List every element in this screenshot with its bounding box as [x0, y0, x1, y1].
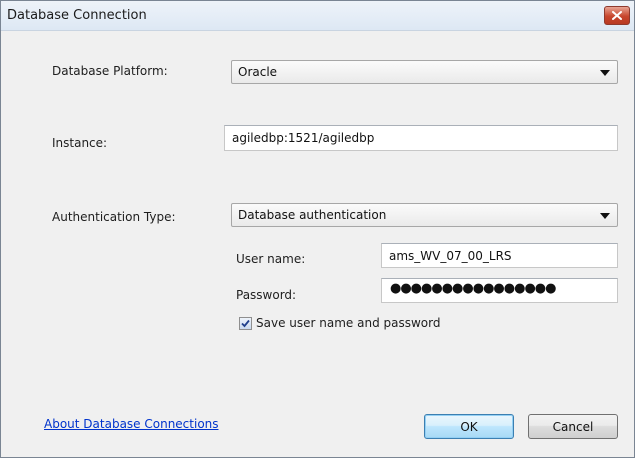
close-button[interactable]	[604, 6, 630, 25]
check-icon	[241, 319, 250, 328]
instance-label: Instance:	[52, 136, 108, 150]
cancel-button-label: Cancel	[552, 419, 594, 434]
password-input[interactable]: ●●●●●●●●●●●●●●●●	[381, 278, 618, 303]
ok-button[interactable]: OK	[424, 414, 514, 439]
username-input[interactable]: ams_WV_07_00_LRS	[381, 243, 618, 268]
cancel-button[interactable]: Cancel	[528, 414, 618, 439]
instance-input[interactable]: agiledbp:1521/agiledbp	[224, 125, 618, 151]
save-credentials-label[interactable]: Save user name and password	[256, 316, 440, 330]
password-label: Password:	[236, 288, 297, 302]
password-input-value: ●●●●●●●●●●●●●●●●	[390, 281, 556, 296]
username-input-value: ams_WV_07_00_LRS	[389, 249, 512, 263]
about-database-connections-link[interactable]: About Database Connections	[44, 417, 219, 431]
ok-button-label: OK	[460, 419, 478, 434]
save-credentials-checkbox[interactable]	[239, 317, 252, 330]
window-title: Database Connection	[7, 8, 147, 23]
instance-input-value: agiledbp:1521/agiledbp	[232, 131, 375, 145]
platform-select[interactable]: Oracle	[231, 60, 618, 84]
platform-select-value: Oracle	[238, 65, 278, 79]
close-icon	[612, 11, 622, 20]
chevron-down-icon	[600, 70, 610, 76]
platform-label: Database Platform:	[52, 64, 168, 78]
auth-type-label: Authentication Type:	[52, 210, 176, 224]
auth-type-select[interactable]: Database authentication	[231, 203, 618, 227]
username-label: User name:	[236, 252, 306, 266]
database-connection-dialog: Database Connection Database Platform: O…	[0, 0, 635, 458]
auth-type-select-value: Database authentication	[238, 208, 387, 222]
title-bar: Database Connection	[1, 1, 634, 31]
chevron-down-icon	[600, 213, 610, 219]
